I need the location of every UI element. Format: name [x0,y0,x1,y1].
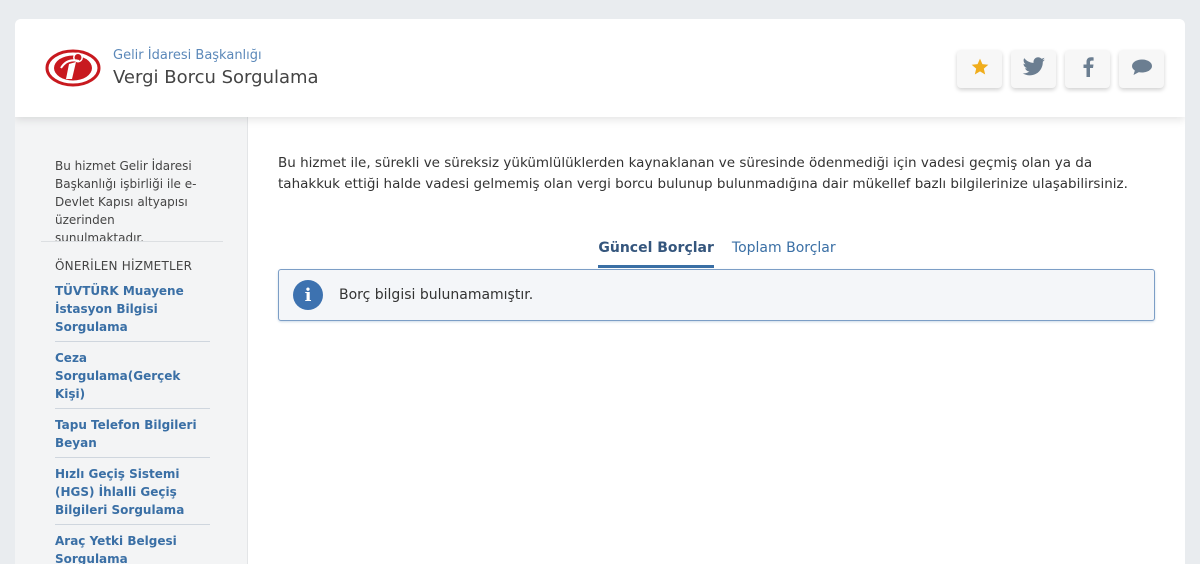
info-alert: i Borç bilgisi bulunamamıştır. [278,269,1155,321]
tab-total-debts[interactable]: Toplam Borçlar [732,238,836,268]
alert-message: Borç bilgisi bulunamamıştır. [339,287,534,303]
debt-tabs: Güncel Borçlar Toplam Borçlar [249,238,1185,268]
tab-current-debts[interactable]: Güncel Borçlar [598,238,714,268]
recommended-item-tapu[interactable]: Tapu Telefon Bilgileri Beyan [55,416,210,458]
page-container: Gelir İdaresi Başkanlığı Vergi Borcu Sor… [15,19,1185,564]
page-header: Gelir İdaresi Başkanlığı Vergi Borcu Sor… [15,19,1185,117]
sidebar-divider [41,241,223,242]
page-title: Vergi Borcu Sorgulama [113,67,319,88]
info-icon: i [293,280,323,310]
recommended-list: TÜVTÜRK Muayene İstasyon Bilgisi Sorgula… [55,282,210,564]
star-icon [970,57,990,81]
gib-logo-icon [45,48,101,88]
favorite-button[interactable] [957,50,1002,88]
main-content: Bu hizmet ile, sürekli ve süreksiz yüküm… [249,117,1185,564]
recommended-item-tuvturk[interactable]: TÜVTÜRK Muayene İstasyon Bilgisi Sorgula… [55,282,210,342]
org-name: Gelir İdaresi Başkanlığı [113,48,262,63]
twitter-icon [1022,57,1046,81]
facebook-share-button[interactable] [1065,50,1110,88]
service-intro: Bu hizmet Gelir İdaresi Başkanlığı işbir… [55,159,197,245]
service-description: Bu hizmet ile, sürekli ve süreksiz yüküm… [278,155,1128,192]
feedback-button[interactable] [1119,50,1164,88]
recommended-item-ceza[interactable]: Ceza Sorgulama(Gerçek Kişi) [55,349,210,409]
facebook-icon [1082,57,1094,81]
sidebar: Bu hizmet Gelir İdaresi Başkanlığı işbir… [15,117,248,564]
recommended-title: ÖNERİLEN HİZMETLER [55,259,193,273]
comment-icon [1131,58,1153,80]
twitter-share-button[interactable] [1011,50,1056,88]
recommended-item-arac-yetki[interactable]: Araç Yetki Belgesi Sorgulama [55,532,210,564]
recommended-item-hgs[interactable]: Hızlı Geçiş Sistemi (HGS) İhlalli Geçiş … [55,465,210,525]
share-actions [957,50,1164,88]
